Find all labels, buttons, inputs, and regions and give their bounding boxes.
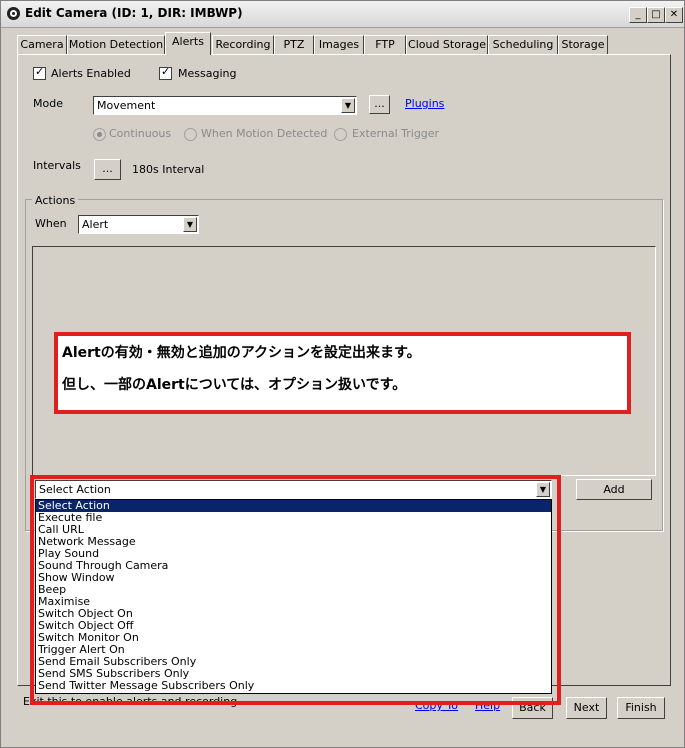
when-value: Alert	[82, 218, 109, 231]
continuous-label: Continuous	[109, 127, 172, 140]
tab-motion-detection[interactable]: Motion Detection	[67, 35, 165, 55]
close-icon[interactable]: ✕	[665, 7, 683, 23]
action-option[interactable]: Beep	[36, 584, 551, 596]
finish-button[interactable]: Finish	[617, 697, 665, 719]
intervals-value: 180s Interval	[132, 163, 205, 176]
chevron-down-icon[interactable]: ▼	[341, 98, 355, 113]
camera-app-icon	[7, 7, 20, 20]
tab-camera[interactable]: Camera	[17, 35, 67, 55]
tab-scheduling[interactable]: Scheduling	[488, 35, 558, 55]
action-option[interactable]: Select Action	[36, 500, 551, 512]
tab-storage[interactable]: Storage	[558, 35, 608, 55]
actions-group-label: Actions	[32, 194, 79, 207]
tab-images[interactable]: Images	[314, 35, 364, 55]
callout-line-1: Alertの有効・無効と追加のアクションを設定出来ます。	[62, 345, 421, 361]
mode-options-button[interactable]: ...	[369, 95, 390, 114]
when-motion-detected-radio[interactable]	[184, 128, 197, 141]
when-label: When	[35, 217, 67, 230]
annotation-callout: Alertの有効・無効と追加のアクションを設定出来ます。 但し、一部のAlert…	[54, 332, 631, 414]
when-motion-detected-label: When Motion Detected	[201, 127, 328, 140]
action-dropdown-list: Select Action Execute file Call URL Network…	[35, 499, 552, 694]
action-select-value: Select Action	[39, 483, 111, 496]
messaging-label: Messaging	[178, 67, 237, 80]
minimize-icon[interactable]: _	[629, 7, 647, 23]
window-title: Edit Camera (ID: 1, DIR: IMBWP)	[25, 6, 243, 20]
edit-camera-window: Edit Camera (ID: 1, DIR: IMBWP) _ □ ✕ Ca…	[0, 0, 685, 748]
callout-line-2: 但し、一部のAlertについては、オプション扱いです。	[62, 377, 407, 393]
add-action-button[interactable]: Add	[576, 479, 652, 500]
chevron-down-icon[interactable]: ▼	[183, 217, 197, 232]
action-option[interactable]: Network Message	[36, 536, 551, 548]
tab-ftp[interactable]: FTP	[364, 35, 406, 55]
intervals-button[interactable]: ...	[94, 159, 121, 180]
action-option[interactable]: Execute file	[36, 512, 551, 524]
tab-ptz[interactable]: PTZ	[274, 35, 314, 55]
when-select[interactable]: Alert ▼	[78, 215, 199, 234]
action-option[interactable]: Send Twitter Message Subscribers Only	[36, 680, 551, 692]
next-button[interactable]: Next	[566, 697, 607, 719]
tab-recording[interactable]: Recording	[212, 35, 274, 55]
chevron-down-icon[interactable]: ▼	[536, 482, 550, 497]
action-option[interactable]: Show Window	[36, 572, 551, 584]
tab-alerts[interactable]: Alerts	[165, 32, 211, 55]
intervals-label: Intervals	[33, 159, 81, 172]
plugins-link[interactable]: Plugins	[405, 97, 444, 110]
mode-label: Mode	[33, 97, 63, 110]
action-select[interactable]: Select Action ▼	[35, 480, 552, 499]
external-trigger-radio[interactable]	[334, 128, 347, 141]
alerts-enabled-label: Alerts Enabled	[51, 67, 131, 80]
mode-select[interactable]: Movement ▼	[93, 96, 357, 115]
messaging-checkbox[interactable]	[159, 65, 172, 80]
maximize-icon[interactable]: □	[647, 7, 665, 23]
continuous-radio[interactable]	[93, 128, 106, 141]
alerts-enabled-checkbox[interactable]	[33, 65, 46, 80]
external-trigger-label: External Trigger	[352, 127, 440, 140]
tab-cloud-storage[interactable]: Cloud Storage	[406, 35, 488, 55]
title-bar[interactable]: Edit Camera (ID: 1, DIR: IMBWP) _ □ ✕	[1, 1, 684, 28]
mode-value: Movement	[97, 99, 156, 112]
